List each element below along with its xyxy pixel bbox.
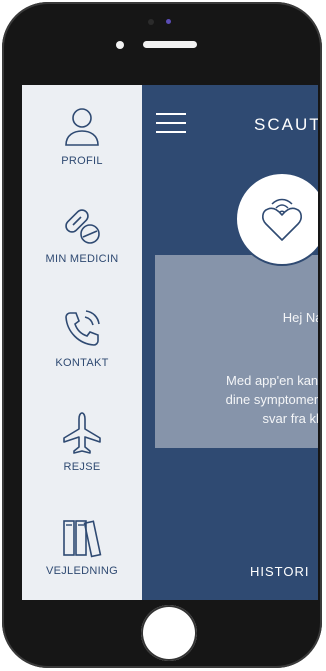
phone-call-icon	[65, 310, 100, 346]
hamburger-menu-icon[interactable]	[156, 113, 186, 135]
books-icon	[63, 520, 102, 558]
menu-item-label: PROFIL	[61, 155, 103, 167]
pills-icon	[65, 209, 100, 244]
intro-line: Med app'en kan d	[226, 373, 318, 388]
main-content: SCAUT Hej Nav Med app'en kan d dine symp…	[142, 85, 318, 600]
menu-item-vejledning[interactable]: VEJLEDNING	[22, 513, 142, 577]
home-button[interactable]	[141, 605, 197, 661]
screen: PROFIL MIN MEDICIN KONTAKT REJSE VEJLEDN…	[22, 85, 318, 600]
side-menu: PROFIL MIN MEDICIN KONTAKT REJSE VEJLEDN…	[22, 85, 142, 600]
front-camera	[148, 19, 154, 25]
intro-text: Med app'en kan d dine symptomer d svar f…	[226, 371, 318, 428]
menu-item-label: MIN MEDICIN	[45, 253, 119, 265]
intro-line: dine symptomer d	[225, 392, 318, 407]
history-tab[interactable]: HISTORI	[250, 564, 310, 579]
app-brand: SCAUT	[254, 115, 318, 134]
earpiece-speaker	[143, 41, 197, 48]
menu-item-kontakt[interactable]: KONTAKT	[22, 305, 142, 369]
menu-item-min-medicin[interactable]: MIN MEDICIN	[22, 201, 142, 265]
menu-item-label: KONTAKT	[55, 357, 109, 369]
heart-badge	[235, 172, 318, 266]
airplane-icon	[63, 412, 101, 454]
menu-item-label: VEJLEDNING	[45, 565, 119, 577]
proximity-sensor	[116, 41, 124, 49]
greeting-text: Hej Nav	[282, 310, 318, 325]
welcome-card: Hej Nav Med app'en kan d dine symptomer …	[155, 255, 318, 448]
menu-item-rejse[interactable]: REJSE	[22, 409, 142, 473]
phone-frame: PROFIL MIN MEDICIN KONTAKT REJSE VEJLEDN…	[2, 2, 322, 668]
heart-signal-icon	[262, 198, 302, 241]
sensor	[166, 19, 171, 24]
menu-item-label: REJSE	[63, 461, 101, 473]
intro-line: svar fra klin	[262, 411, 318, 426]
menu-item-profil[interactable]: PROFIL	[22, 103, 142, 167]
person-icon	[65, 108, 99, 146]
